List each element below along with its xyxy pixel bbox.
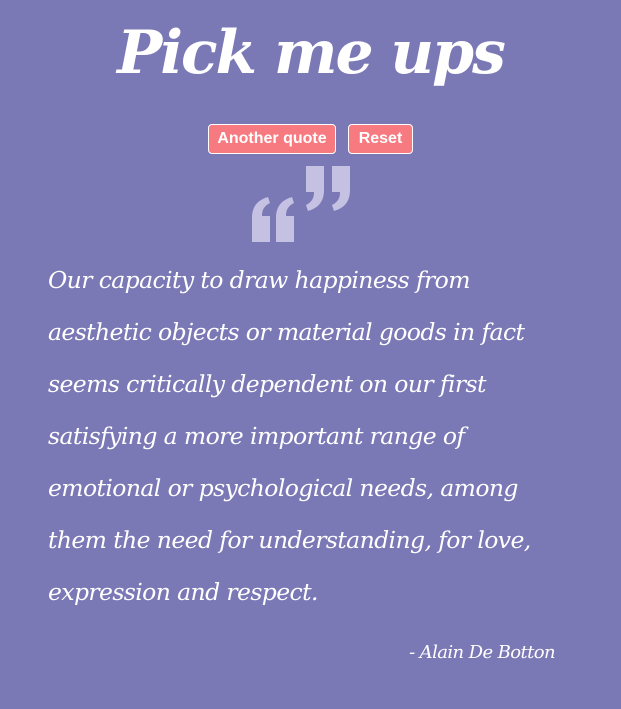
button-row: Another quote Reset	[0, 124, 621, 154]
quote-author: - Alain De Botton	[409, 642, 556, 663]
reset-button[interactable]: Reset	[348, 124, 413, 154]
page: Pick me ups Another quote Reset Our capa…	[0, 0, 621, 709]
page-title: Pick me ups	[117, 18, 506, 88]
quote-text: Our capacity to draw happiness from aest…	[48, 266, 531, 606]
another-quote-button[interactable]: Another quote	[208, 124, 336, 154]
quote-marks-icon	[244, 160, 356, 248]
